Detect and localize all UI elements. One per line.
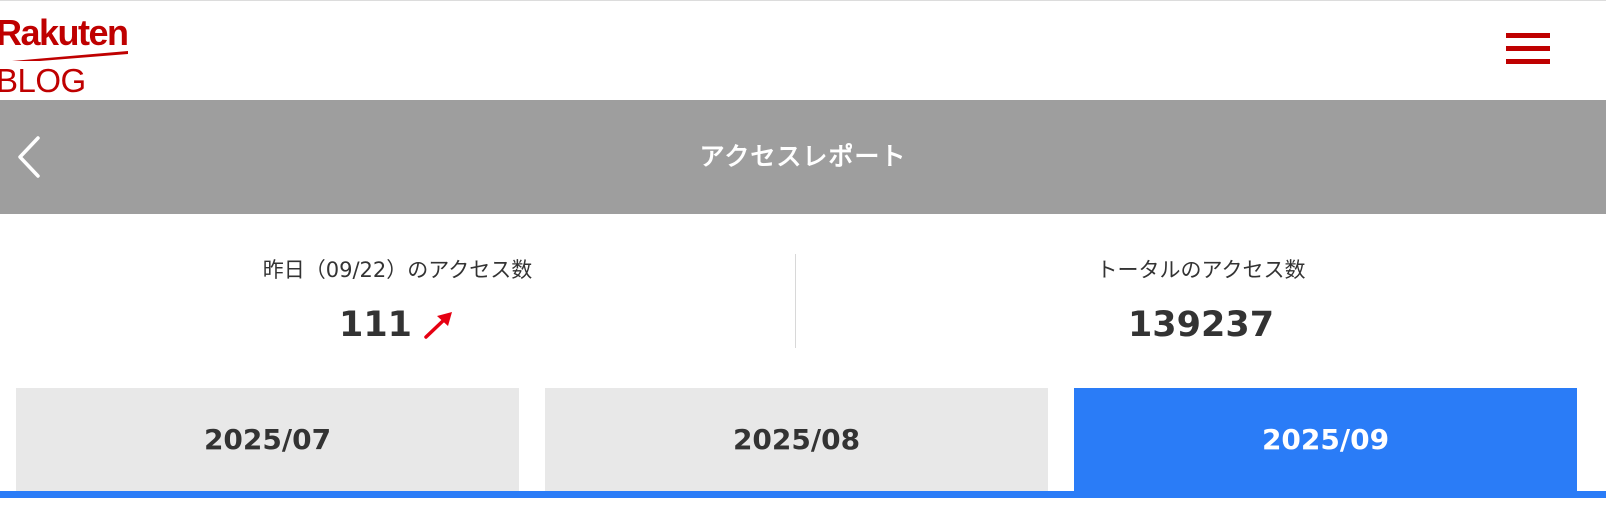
logo-brand-text: Rakuten xyxy=(0,12,129,53)
month-tabs: 2025/07 2025/08 2025/09 xyxy=(0,388,1606,514)
tab-2025-07[interactable]: 2025/07 xyxy=(16,388,519,492)
hamburger-icon xyxy=(1506,33,1550,64)
back-button[interactable] xyxy=(8,130,58,184)
page-titlebar: アクセスレポート xyxy=(0,100,1606,214)
yesterday-access-value-row: 111 xyxy=(0,302,795,347)
total-access-label: トータルのアクセス数 xyxy=(1096,258,1306,282)
logo-swoosh-icon xyxy=(12,51,128,61)
yesterday-access-label: 昨日（09/22）のアクセス数 xyxy=(262,258,533,282)
yesterday-access-panel: 昨日（09/22）のアクセス数 111 xyxy=(0,214,795,380)
access-stats: 昨日（09/22）のアクセス数 111 トータルのアクセス数 139237 xyxy=(0,214,1606,380)
active-tab-underline xyxy=(0,491,1606,498)
arrow-up-right-icon xyxy=(424,312,453,339)
yesterday-access-count: 111 xyxy=(338,305,413,345)
tab-2025-08[interactable]: 2025/08 xyxy=(545,388,1048,492)
total-access-count: 139237 xyxy=(1127,305,1275,345)
logo-sub-text: BLOG xyxy=(0,62,86,99)
top-header: Rakuten BLOG xyxy=(0,0,1606,100)
page-title: アクセスレポート xyxy=(699,142,907,171)
total-access-panel: トータルのアクセス数 139237 xyxy=(796,214,1606,380)
total-access-value-row: 139237 xyxy=(796,302,1606,347)
rakuten-blog-logo[interactable]: Rakuten BLOG xyxy=(0,11,156,99)
menu-button[interactable] xyxy=(1500,29,1556,69)
chevron-left-icon xyxy=(18,136,40,178)
tab-2025-09[interactable]: 2025/09 xyxy=(1074,388,1577,492)
